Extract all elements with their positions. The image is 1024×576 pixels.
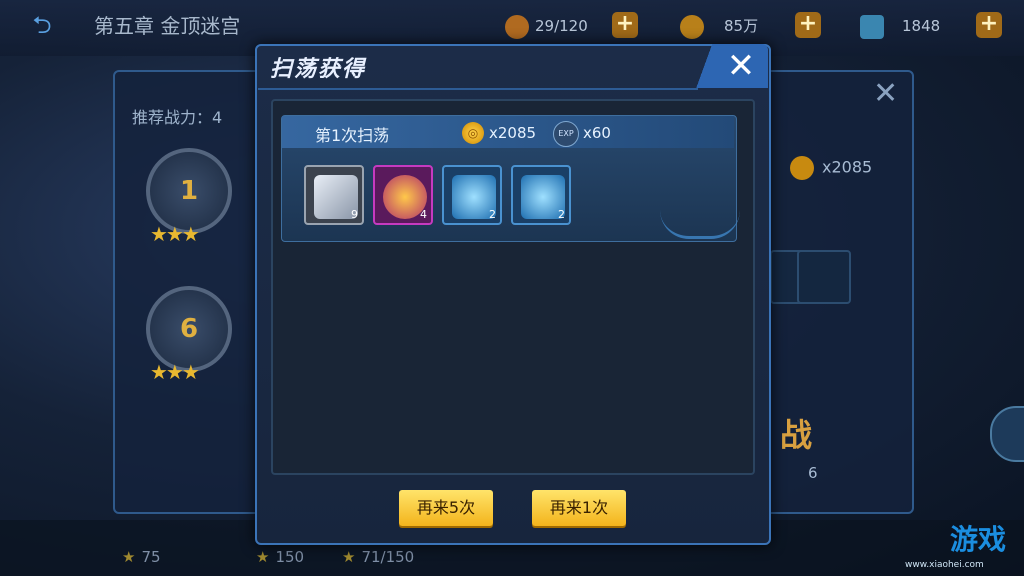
add-gold-button[interactable]: + [795,12,821,38]
gold-coin-icon: ◎ [462,122,484,144]
exp-amount: x60 [583,124,611,142]
title-divider [258,88,698,90]
right-coin-reward: x2085 [790,156,872,180]
watermark-text: 游戏 [950,523,1007,556]
coin-amount: x2085 [489,124,537,142]
gold-coin-icon [790,156,814,180]
add-stamina-button[interactable]: + [612,12,638,38]
item-count: 4 [420,208,427,221]
watermark-url: www.xiaohei.com [905,560,984,570]
stamina-display: 29/120 [505,13,588,39]
battle-cost: 6 [808,464,818,482]
item-count: 9 [351,208,358,221]
diamond-display: 1848 [860,13,940,39]
battle-button[interactable]: 战6 [770,346,854,482]
bottom-stat-2: ★ 150 [256,548,305,566]
stage-1-stars: ★★★ [150,222,200,246]
panel-close-icon[interactable]: ✕ [873,76,898,111]
add-diamond-button[interactable]: + [976,12,1002,38]
dialog-title: 扫荡获得 [270,57,367,82]
sweep-label: 第1次扫荡 [315,126,390,145]
reward-item-crest-shard[interactable]: 2 [511,165,571,225]
stage-6-stars: ★★★ [150,360,200,384]
diamond-value: 1848 [902,17,941,35]
recommended-power: 推荐战力：4 [132,108,223,127]
battle-label: 战 [780,416,813,454]
lightning-icon [505,14,529,39]
close-icon[interactable]: ✕ [692,44,768,88]
chapter-title: 第五章 金顶迷宫 [94,14,241,38]
bottom-stat-1: ★ 75 [122,548,161,566]
gold-coin-icon [680,14,704,39]
exp-icon: EXP [553,121,579,147]
right-coin-value: x2085 [822,157,873,177]
diamond-icon [860,14,884,39]
reward-item-purple-orb[interactable]: 4 [373,165,433,225]
sweep-5-times-button[interactable]: 再来5次 [399,490,493,526]
gold-value: 85万 [724,17,759,35]
back-arrow-icon[interactable]: ⮌ [14,10,70,40]
gold-display: 85万 [680,13,758,39]
right-reward-item [797,250,851,304]
item-count: 2 [489,208,496,221]
sweep-1-time-button[interactable]: 再来1次 [532,490,626,526]
item-count: 2 [558,208,565,221]
reward-item-axe-shard[interactable]: 2 [442,165,502,225]
bottom-stat-3: ★ 71/150 [342,548,415,566]
reward-item-exp-card[interactable]: 9 [304,165,364,225]
stamina-value: 29/120 [535,17,588,35]
